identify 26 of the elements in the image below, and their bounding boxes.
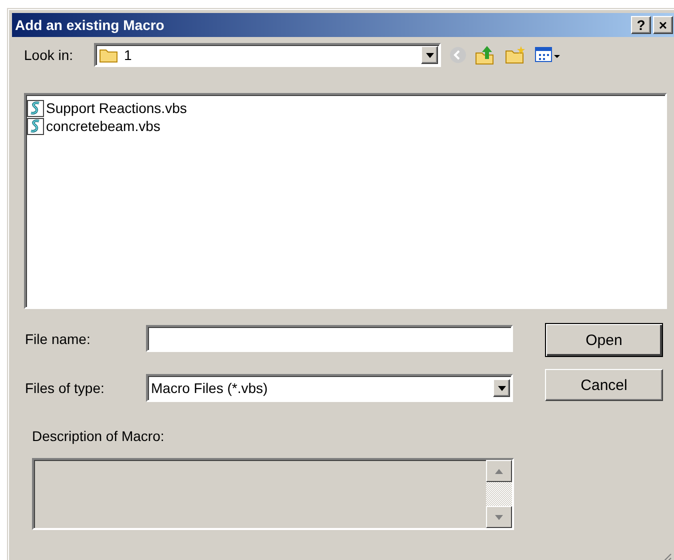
view-menu-icon[interactable] — [535, 47, 561, 63]
script-file-icon — [27, 100, 44, 116]
scroll-down-icon — [495, 514, 503, 520]
script-file-icon — [27, 118, 44, 134]
open-button[interactable]: Open — [545, 323, 663, 357]
file-item[interactable]: concretebeam.vbs — [27, 117, 162, 135]
file-name-label: File name: — [25, 330, 92, 346]
file-name-field[interactable] — [146, 325, 513, 352]
scroll-up-icon — [495, 468, 503, 474]
file-type-label: Files of type: — [25, 380, 106, 396]
close-button[interactable]: × — [653, 16, 673, 34]
look-in-dropdown[interactable]: 1 — [94, 43, 441, 67]
description-label: Description of Macro: — [32, 428, 164, 444]
file-item[interactable]: Support Reactions.vbs — [27, 99, 189, 117]
dropdown-button[interactable] — [493, 379, 510, 397]
folder-icon — [99, 47, 119, 63]
window-title: Add an existing Macro — [15, 17, 164, 33]
caret-icon — [498, 386, 506, 390]
cancel-button[interactable]: Cancel — [545, 369, 663, 401]
look-in-label: Look in: — [24, 47, 74, 63]
dropdown-button[interactable] — [421, 46, 438, 64]
help-button[interactable]: ? — [631, 16, 651, 34]
folder-name: 1 — [124, 47, 132, 63]
file-type-value: Macro Files (*.vbs) — [151, 380, 269, 396]
caret-icon — [426, 52, 434, 58]
file-type-dropdown[interactable]: Macro Files (*.vbs) — [146, 374, 513, 402]
